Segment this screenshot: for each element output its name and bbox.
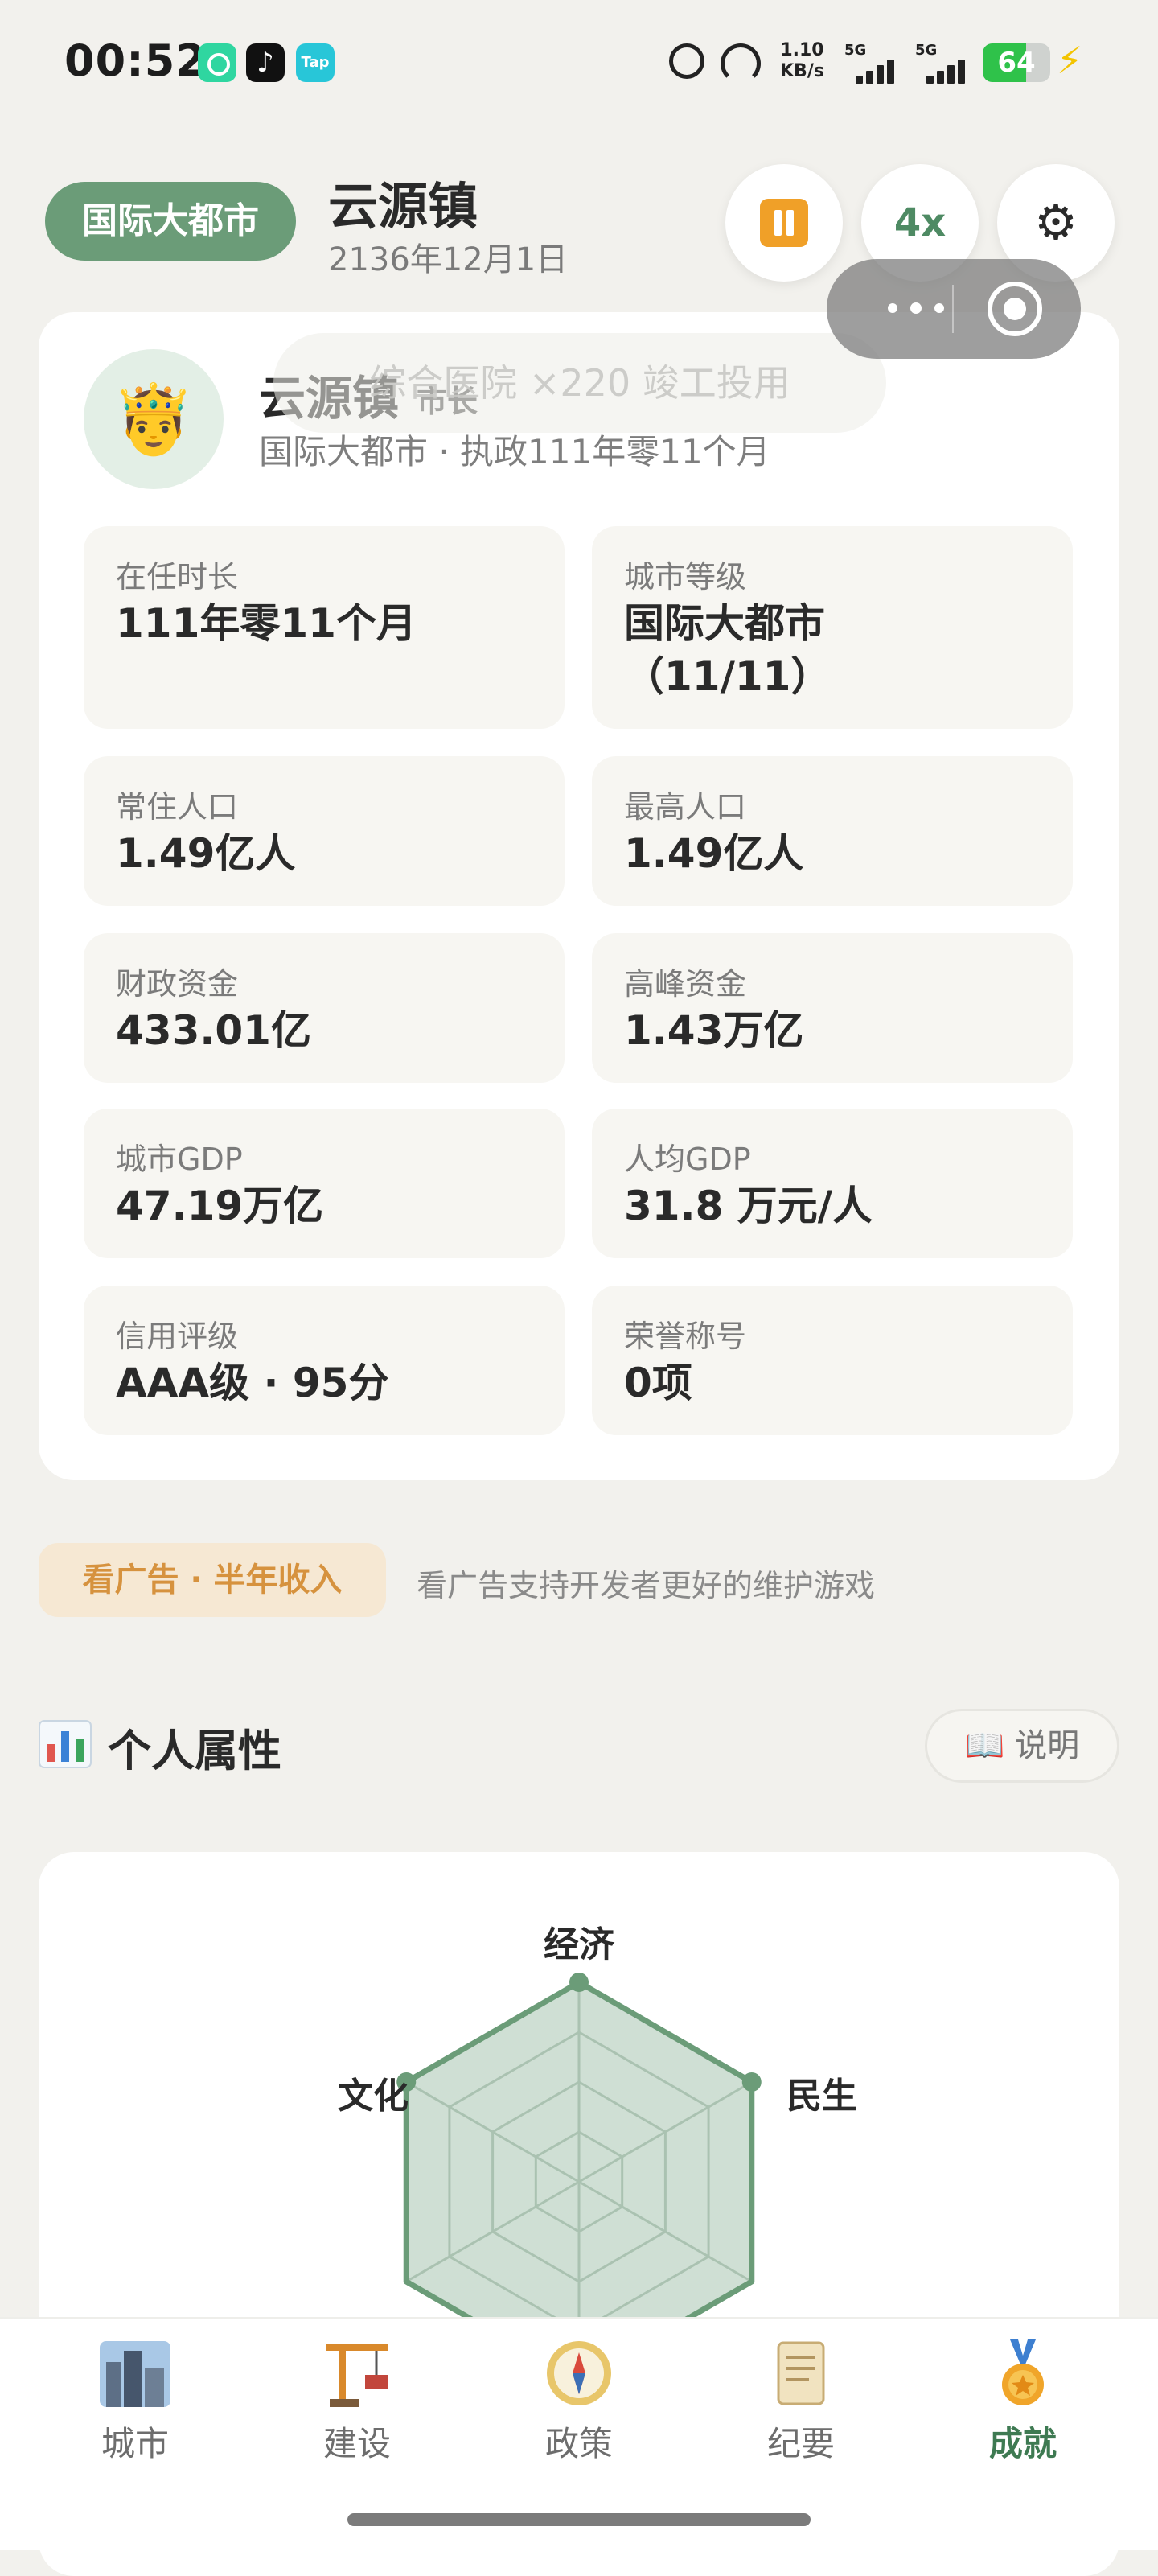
- home-indicator[interactable]: [347, 2513, 811, 2526]
- section-title: 个人属性: [108, 1726, 281, 1776]
- stat-honors: 荣誉称号 0项: [592, 1286, 1073, 1435]
- stat-label: 信用评级: [116, 1319, 239, 1354]
- notification-toast: 综合医院 ×220 竣工投用: [273, 333, 886, 433]
- mini-program-capsule: [827, 259, 1081, 359]
- ad-note: 看广告支持开发者更好的维护游戏: [417, 1568, 876, 1603]
- stat-label: 城市GDP: [116, 1142, 243, 1177]
- pause-icon: [760, 199, 808, 247]
- book-icon: 📖: [964, 1727, 1005, 1764]
- city-level-badge[interactable]: 国际大都市: [45, 182, 296, 261]
- help-button[interactable]: 📖 说明: [925, 1709, 1119, 1783]
- stat-label: 城市等级: [624, 559, 747, 595]
- stat-city-level: 城市等级 国际大都市（11/11）: [592, 526, 1073, 729]
- pause-button[interactable]: [725, 164, 843, 282]
- radar-point-2: [741, 2072, 762, 2092]
- stat-value: 1.43万亿: [624, 1007, 804, 1054]
- sim1-label: 5G: [844, 42, 867, 59]
- stat-population: 常住人口 1.49亿人: [84, 756, 565, 906]
- app-green-icon: [198, 43, 236, 82]
- gear-icon: ⚙: [1034, 195, 1078, 251]
- nav-item-build[interactable]: 建设: [269, 2338, 446, 2463]
- stat-value: 国际大都市（11/11）: [624, 600, 832, 700]
- stat-peak-population: 最高人口 1.49亿人: [592, 756, 1073, 906]
- radar-point-1: [569, 1973, 589, 1992]
- stat-gdp: 城市GDP 47.19万亿: [84, 1109, 565, 1258]
- stat-value: 31.8 万元/人: [624, 1183, 873, 1229]
- nav-label: 城市: [101, 2424, 169, 2463]
- watch-ad-button[interactable]: 看广告 · 半年收入: [39, 1543, 386, 1617]
- net-speed-value: 1.10: [780, 40, 824, 60]
- taptap-icon: Tap: [296, 43, 335, 82]
- sim2-label: 5G: [915, 42, 938, 59]
- crane-icon: [326, 2344, 388, 2407]
- more-icon[interactable]: [888, 291, 946, 327]
- radar-area: [403, 1979, 755, 2319]
- net-speed-unit: KB/s: [780, 61, 824, 81]
- battery-icon: 64: [983, 43, 1050, 82]
- stat-value: 433.01亿: [116, 1007, 311, 1054]
- stat-label: 财政资金: [116, 966, 239, 1002]
- nav-item-records[interactable]: 纪要: [712, 2338, 889, 2463]
- attribute-radar-chart: 经济 民生 文化: [338, 1924, 857, 2319]
- stat-label: 高峰资金: [624, 966, 747, 1002]
- stat-label: 荣誉称号: [624, 1319, 747, 1354]
- stat-value: 0项: [624, 1360, 692, 1406]
- speedometer-icon: [721, 43, 761, 84]
- compass-icon: [547, 2341, 611, 2405]
- net-speed: 1.10 KB/s: [780, 40, 824, 82]
- nav-item-city[interactable]: 城市: [47, 2338, 224, 2463]
- stat-value: 1.49亿人: [116, 830, 296, 877]
- radar-label-livelihood: 民生: [786, 2076, 857, 2117]
- stat-credit-rating: 信用评级 AAA级 · 95分: [84, 1286, 565, 1435]
- avatar: 🤴: [84, 349, 224, 489]
- nav-item-achievements[interactable]: 成就: [934, 2338, 1111, 2463]
- city-icon: [100, 2341, 170, 2407]
- signal-icon-2: [926, 58, 973, 84]
- nav-label: 纪要: [766, 2424, 835, 2463]
- help-label: 说明: [1015, 1727, 1080, 1764]
- stat-label: 最高人口: [624, 789, 747, 825]
- stat-gdp-per-capita: 人均GDP 31.8 万元/人: [592, 1109, 1073, 1258]
- radar-label-culture: 文化: [338, 2076, 409, 2117]
- battery-percent: 64: [997, 47, 1036, 79]
- signal-icon: [856, 58, 902, 84]
- nav-label: 政策: [544, 2424, 613, 2463]
- stat-peak-funds: 高峰资金 1.43万亿: [592, 933, 1073, 1083]
- status-time: 00:52: [64, 35, 207, 86]
- stat-value: AAA级 · 95分: [116, 1360, 389, 1406]
- status-bar: 00:52 ♪ Tap 1.10 KB/s 5G 5G 64 ⚡: [0, 0, 1158, 129]
- game-date: 2136年12月1日: [328, 241, 569, 278]
- nav-item-policy[interactable]: 政策: [491, 2338, 667, 2463]
- stat-value: 111年零11个月: [116, 600, 417, 647]
- close-miniprogram-icon[interactable]: [988, 282, 1042, 336]
- stat-label: 常住人口: [116, 789, 239, 825]
- stat-tenure: 在任时长 111年零11个月: [84, 526, 565, 729]
- nav-label: 建设: [322, 2424, 391, 2463]
- stat-treasury: 财政资金 433.01亿: [84, 933, 565, 1083]
- stat-value: 47.19万亿: [116, 1183, 324, 1229]
- stat-label: 人均GDP: [624, 1142, 751, 1177]
- stat-label: 在任时长: [116, 559, 239, 595]
- bar-chart-icon: [39, 1720, 92, 1768]
- tiktok-icon: ♪: [246, 43, 285, 82]
- nav-label: 成就: [988, 2424, 1057, 2463]
- medal-icon: [1002, 2339, 1044, 2405]
- scroll-icon: [777, 2341, 825, 2405]
- city-name: 云源镇: [328, 177, 478, 236]
- radar-label-economy: 经济: [544, 1924, 615, 1965]
- alarm-icon: [669, 43, 704, 79]
- stat-value: 1.49亿人: [624, 830, 804, 877]
- charging-icon: ⚡: [1057, 39, 1083, 82]
